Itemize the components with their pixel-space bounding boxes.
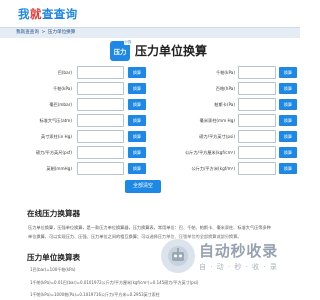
unit-input[interactable] [77,66,124,79]
form-row: 英寸汞柱(in Hg) 换算 [0,130,150,144]
convert-button[interactable]: 换算 [128,83,146,94]
top-header: 我就查查询 [0,0,300,27]
convert-button[interactable]: 换算 [279,131,297,142]
form-row: 百帕(hPa) 换算 [150,82,300,96]
convert-button[interactable]: 换算 [128,147,146,158]
convert-button[interactable]: 换算 [279,115,297,126]
form-row: 英制(mmHg) 换算 [0,162,150,176]
watermark-subtitle: 自 · 动 · 秒 · 收 · 录 [199,263,278,271]
form-row: 毫巴(mbar) 换算 [0,98,150,112]
form-row: 公斤力/平方米(kgf/m²) 换算 [150,162,300,176]
unit-input[interactable] [238,82,276,95]
unit-input[interactable] [238,146,276,159]
breadcrumb-current[interactable]: 压力单位换算 [48,30,76,35]
convert-button[interactable]: 换算 [128,163,146,174]
unit-input[interactable] [238,98,276,111]
unit-input[interactable] [238,162,276,175]
badge-corner: 计算 [124,40,132,45]
field-label: 毫巴(mbar) [49,102,72,107]
unit-input[interactable] [77,162,124,175]
form-row: 毫米汞柱(mm Hg) 换算 [150,114,300,128]
field-label: 巴(bar) [57,70,72,75]
field-label: 帕斯卡(Pa) [214,102,235,107]
section-title: 压力单位换算表 [27,253,81,262]
convert-button[interactable]: 换算 [128,99,146,110]
logo-part-3: 查查询 [41,7,78,21]
breadcrumb-bar: 我就查查询 > 压力单位换算 [0,27,300,38]
form-row: 磅力/平方英尺(psf) 换算 [0,146,150,160]
unit-input[interactable] [77,146,124,159]
page-title: 压力单位换算 [135,44,208,58]
unit-input[interactable] [77,114,124,127]
form-row: 标准大气压(atm) 换算 [0,114,150,128]
convert-button[interactable]: 换算 [279,163,297,174]
breadcrumb-separator: > [41,30,46,35]
field-label: 公斤力/平方厘米(kgf/cm²) [184,150,235,155]
clear-all-button[interactable]: 全部清空 [125,180,161,193]
unit-input[interactable] [77,98,124,111]
convert-button[interactable]: 换算 [279,83,297,94]
breadcrumb-home-link[interactable]: 我就查查询 [16,30,39,35]
logo-part-2: 就 [29,7,42,21]
convert-button[interactable]: 换算 [279,67,297,78]
field-label: 公斤力/平方米(kgf/m²) [191,166,235,171]
field-label: 磅力/平方英寸(psi) [199,134,235,139]
field-label: 千帕(kPa) [216,70,235,75]
formula-line: 1千帕(kPa)=0.01巴(bar)=0.0101972公斤力/平方厘米(kg… [30,280,199,285]
field-label: 百帕(hPa) [215,86,235,91]
watermark-title: 自动秒收录 [199,242,279,260]
field-label: 标准大气压(atm) [39,118,73,123]
convert-button[interactable]: 换算 [128,67,146,78]
breadcrumb: 我就查查询 > 压力单位换算 [16,29,76,35]
robot-icon [161,239,195,273]
form-row: 千帕(kPa) 换算 [150,66,300,80]
form-row: 磅力/平方英寸(psi) 换算 [150,130,300,144]
convert-button[interactable]: 换算 [279,99,297,110]
unit-input[interactable] [238,66,276,79]
field-label: 千帕(kPa) [53,86,72,91]
unit-input[interactable] [77,130,124,143]
form-row: 千帕(kPa) 换算 [0,82,150,96]
site-logo[interactable]: 我就查查询 [18,6,78,22]
unit-input[interactable] [238,114,276,127]
unit-input[interactable] [238,130,276,143]
convert-button[interactable]: 换算 [128,115,146,126]
formula-line: 1巴(bar)=100千帕(kPa) [30,267,76,272]
form-row: 巴(bar) 换算 [0,66,150,80]
section-title: 在线压力换算器 [27,209,81,218]
convert-button[interactable]: 换算 [279,147,297,158]
field-label: 英制(mmHg) [46,166,72,171]
watermark-overlay: 自动秒收录 自 · 动 · 秒 · 收 · 录 [160,236,280,280]
form-row: 公斤力/平方厘米(kgf/cm²) 换算 [150,146,300,160]
field-label: 毫米汞柱(mm Hg) [199,118,235,123]
form-row: 帕斯卡(Pa) 换算 [150,98,300,112]
unit-input[interactable] [77,82,124,95]
convert-button[interactable]: 换算 [128,131,146,142]
logo-part-1: 我 [18,7,30,21]
field-label: 英寸汞柱(in Hg) [41,134,72,139]
field-label: 磅力/平方英尺(psf) [35,150,72,155]
formula-line: 1千帕(kPa)=1000帕(Pa)=0.1019716公斤力/平方米=0.29… [30,292,160,297]
badge-label: 压力 [113,48,127,56]
